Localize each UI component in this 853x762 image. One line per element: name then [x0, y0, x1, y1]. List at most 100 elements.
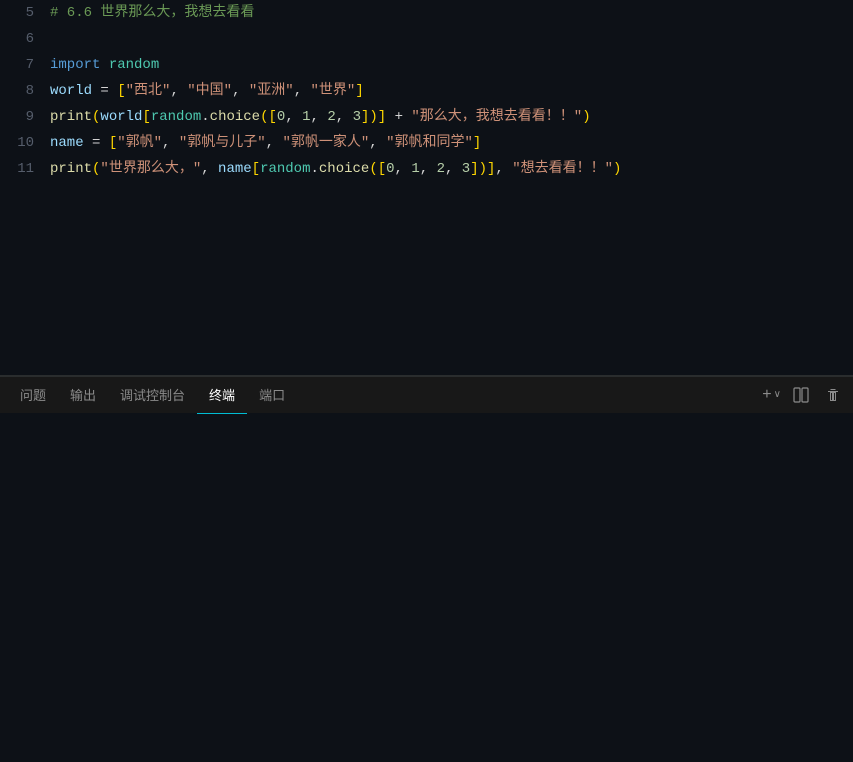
code-line: 6: [0, 26, 853, 52]
token: 3: [462, 161, 470, 177]
token: 2: [327, 109, 335, 125]
token: ,: [266, 135, 283, 151]
token: name: [218, 161, 252, 177]
token: ([: [260, 109, 277, 125]
code-line: 5# 6.6 世界那么大，我想去看看: [0, 0, 853, 26]
token: "世界那么大，": [100, 161, 201, 177]
token: ]: [378, 109, 386, 125]
token: 1: [302, 109, 310, 125]
token: name: [50, 135, 84, 151]
panel-tab-问题[interactable]: 问题: [8, 377, 58, 414]
token: print: [50, 161, 92, 177]
split-terminal-button[interactable]: [789, 383, 813, 407]
token: [: [142, 109, 150, 125]
token: "郭帆与儿子": [179, 135, 266, 151]
token: +: [386, 109, 411, 125]
token: .: [310, 161, 318, 177]
token: random: [260, 161, 310, 177]
token: ,: [369, 135, 386, 151]
token: random: [109, 57, 159, 73]
line-content: import random: [50, 52, 853, 78]
token: ): [582, 109, 590, 125]
token: ,: [495, 161, 512, 177]
token: ,: [395, 161, 412, 177]
token: ,: [420, 161, 437, 177]
token: ,: [232, 83, 249, 99]
token: [: [252, 161, 260, 177]
kill-terminal-button[interactable]: [821, 383, 845, 407]
panel-tab-bar: 问题输出调试控制台终端端口 + ∨: [0, 376, 853, 413]
token: "想去看看！！": [512, 161, 613, 177]
token: ]: [473, 135, 481, 151]
token: world: [100, 109, 142, 125]
token: print: [50, 109, 92, 125]
token: ): [613, 161, 621, 177]
line-number: 8: [0, 78, 50, 104]
plus-icon: +: [762, 386, 772, 404]
token: 2: [437, 161, 445, 177]
line-number: 5: [0, 0, 50, 26]
panel-tab-输出[interactable]: 输出: [58, 377, 108, 414]
token: ,: [170, 83, 187, 99]
token: random: [151, 109, 201, 125]
token: world: [50, 83, 92, 99]
line-content: print(world[random.choice([0, 1, 2, 3])]…: [50, 104, 853, 130]
line-content: name = ["郭帆", "郭帆与儿子", "郭帆一家人", "郭帆和同学"]: [50, 130, 853, 156]
token: ]): [470, 161, 487, 177]
line-content: world = ["西北", "中国", "亚洲", "世界"]: [50, 78, 853, 104]
code-line: 8world = ["西北", "中国", "亚洲", "世界"]: [0, 78, 853, 104]
token: "世界": [311, 83, 356, 99]
token: =: [92, 83, 117, 99]
token: # 6.6 世界那么大，我想去看看: [50, 5, 254, 21]
code-editor: 5# 6.6 世界那么大，我想去看看67import random8world …: [0, 0, 853, 375]
terminal-panel[interactable]: [0, 413, 853, 762]
code-line: 11print("世界那么大，", name[random.choice([0,…: [0, 156, 853, 182]
token: choice: [210, 109, 260, 125]
token: 0: [386, 161, 394, 177]
token: "西北": [126, 83, 171, 99]
line-number: 10: [0, 130, 50, 156]
panel-tab-终端[interactable]: 终端: [197, 377, 247, 414]
token: [: [109, 135, 117, 151]
token: import: [50, 57, 100, 73]
line-number: 7: [0, 52, 50, 78]
token: ]): [361, 109, 378, 125]
token: "郭帆": [117, 135, 162, 151]
token: 3: [353, 109, 361, 125]
code-line: 10name = ["郭帆", "郭帆与儿子", "郭帆一家人", "郭帆和同学…: [0, 130, 853, 156]
code-line: 7import random: [0, 52, 853, 78]
token: "中国": [187, 83, 232, 99]
token: "郭帆一家人": [282, 135, 369, 151]
token: "那么大，我想去看看！！": [411, 109, 582, 125]
token: ,: [294, 83, 311, 99]
token: 1: [411, 161, 419, 177]
token: "亚洲": [249, 83, 294, 99]
token: ]: [355, 83, 363, 99]
token: [: [117, 83, 125, 99]
token: choice: [319, 161, 369, 177]
panel-tab-端口[interactable]: 端口: [247, 377, 297, 414]
token: [100, 57, 108, 73]
token: ([: [369, 161, 386, 177]
line-content: print("世界那么大，", name[random.choice([0, 1…: [50, 156, 853, 182]
token: ,: [311, 109, 328, 125]
token: .: [201, 109, 209, 125]
trash-icon: [825, 387, 841, 403]
new-terminal-button[interactable]: + ∨: [762, 386, 781, 404]
code-line: 9print(world[random.choice([0, 1, 2, 3])…: [0, 104, 853, 130]
split-icon: [793, 387, 809, 403]
line-number: 11: [0, 156, 50, 182]
chevron-down-icon: ∨: [774, 389, 781, 401]
line-number: 9: [0, 104, 50, 130]
panel-tab-调试控制台[interactable]: 调试控制台: [108, 377, 197, 414]
token: ,: [285, 109, 302, 125]
line-number: 6: [0, 26, 50, 52]
token: ,: [201, 161, 218, 177]
panel-actions: + ∨: [762, 383, 845, 407]
token: "郭帆和同学": [386, 135, 473, 151]
line-content: # 6.6 世界那么大，我想去看看: [50, 0, 853, 26]
token: ,: [336, 109, 353, 125]
token: ,: [162, 135, 179, 151]
token: ,: [445, 161, 462, 177]
token: =: [84, 135, 109, 151]
